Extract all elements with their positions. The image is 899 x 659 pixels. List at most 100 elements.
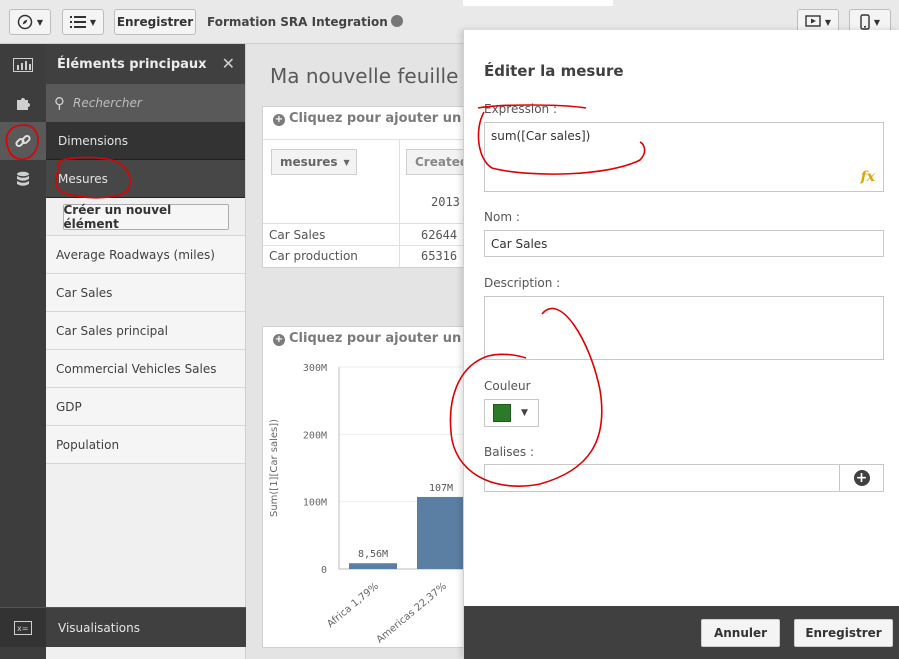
- y-tick-label: 0: [321, 565, 327, 576]
- master-items-panel: Éléments principaux ✕ ⚲ Rechercher Dimen…: [46, 44, 246, 659]
- color-label: Couleur: [484, 379, 531, 393]
- expression-value: sum([Car sales]): [491, 129, 591, 143]
- database-icon: [17, 171, 29, 186]
- create-row: Créer un nouvel élément: [46, 198, 245, 236]
- fields-tab[interactable]: [0, 160, 46, 198]
- bar-chart-icon: [13, 58, 33, 72]
- color-picker-button[interactable]: ▼: [484, 399, 539, 427]
- toolbar-gap: [463, 0, 613, 6]
- close-icon[interactable]: ✕: [222, 54, 235, 73]
- table-year-header: 2013: [431, 195, 460, 209]
- master-items-tab[interactable]: [0, 122, 46, 160]
- menu-button[interactable]: ▼: [62, 9, 104, 35]
- description-field[interactable]: [484, 296, 884, 360]
- save-button[interactable]: Enregistrer: [114, 9, 196, 35]
- search-input[interactable]: ⚲ Rechercher: [46, 84, 245, 122]
- link-icon: [15, 134, 31, 148]
- phone-icon: [860, 14, 870, 30]
- category-dimensions[interactable]: Dimensions: [46, 122, 245, 160]
- tags-input[interactable]: +: [484, 464, 884, 492]
- table-add-title[interactable]: + Cliquez pour ajouter un titre: [273, 111, 482, 126]
- data-label: 8,56M: [358, 549, 388, 560]
- sheet-canvas: Ma nouvelle feuille (1) + Cliquez pour aj…: [246, 44, 493, 659]
- dimension-chip[interactable]: mesures ▼: [271, 149, 357, 175]
- save-measure-button[interactable]: Enregistrer: [794, 619, 893, 647]
- plus-icon: +: [273, 334, 285, 346]
- bar-chart: Sum([1][Car sales]) 0 100M 200M 300M 8,56M Afr…: [269, 363, 481, 646]
- search-placeholder: Rechercher: [73, 96, 142, 110]
- color-swatch: [493, 404, 511, 422]
- category-measures[interactable]: Mesures: [46, 160, 245, 198]
- visualizations-toggle[interactable]: x=: [0, 607, 46, 647]
- extensions-tab[interactable]: [0, 84, 46, 122]
- list-item[interactable]: Commercial Vehicles Sales: [46, 350, 245, 388]
- description-label: Description :: [484, 276, 561, 290]
- tags-label: Balises :: [484, 445, 534, 459]
- list-item[interactable]: Population: [46, 426, 245, 464]
- list-item[interactable]: Car Sales: [46, 274, 245, 312]
- chart-add-title-text: Cliquez pour ajouter un titre: [289, 331, 482, 346]
- plus-icon: +: [273, 114, 285, 126]
- divider: [399, 139, 400, 267]
- fx-icon[interactable]: fx: [861, 169, 875, 185]
- table-object[interactable]: + Cliquez pour ajouter un titre mesures ▼ …: [262, 106, 482, 268]
- puzzle-icon: [17, 98, 30, 110]
- chevron-down-icon: ▼: [36, 17, 44, 27]
- name-field[interactable]: Car Sales: [484, 230, 884, 257]
- name-value: Car Sales: [491, 237, 548, 251]
- plus-icon: +: [853, 470, 870, 486]
- bar: [417, 496, 465, 569]
- charts-tab[interactable]: [0, 46, 46, 84]
- search-icon: ⚲: [54, 94, 65, 112]
- formula-box-icon: x=: [14, 620, 32, 635]
- cancel-button[interactable]: Annuler: [701, 619, 780, 647]
- chevron-down-icon: ▼: [521, 408, 528, 418]
- x-tick-label: Africa 1,79%: [325, 581, 381, 630]
- list-icon: [69, 16, 86, 28]
- chevron-down-icon: ▼: [89, 17, 97, 27]
- chevron-down-icon: ▼: [343, 157, 350, 167]
- chevron-down-icon: ▼: [873, 17, 881, 27]
- panel-title: Éléments principaux: [57, 56, 207, 72]
- dialog-footer: Annuler Enregistrer: [464, 606, 899, 659]
- name-label: Nom :: [484, 210, 520, 224]
- list-item[interactable]: GDP: [46, 388, 245, 426]
- dialog-title: Éditer la mesure: [484, 62, 624, 80]
- screen-play-icon: [805, 15, 821, 27]
- globe-icon: [390, 15, 403, 27]
- bar: [349, 563, 397, 569]
- table-cell-label: Car production: [269, 249, 358, 263]
- y-axis-label: Sum([1][Car sales]): [269, 419, 280, 517]
- visualizations-footer[interactable]: Visualisations: [46, 607, 246, 647]
- divider: [263, 245, 481, 246]
- dimension-chip-label: mesures: [280, 155, 338, 169]
- asset-icon-strip: x=: [0, 44, 46, 659]
- y-tick-label: 300M: [303, 363, 327, 374]
- edit-measure-dialog: Éditer la mesure Expression : sum([Car s…: [463, 30, 899, 659]
- y-tick-label: 200M: [303, 430, 327, 441]
- list-item[interactable]: Average Roadways (miles): [46, 236, 245, 274]
- compass-icon: [17, 14, 33, 30]
- chart-add-title[interactable]: + Cliquez pour ajouter un titre: [273, 331, 482, 346]
- divider: [263, 223, 481, 224]
- list-item[interactable]: Car Sales principal: [46, 312, 245, 350]
- data-label: 107M: [429, 483, 453, 494]
- bar-chart-object[interactable]: + Cliquez pour ajouter un titre Sum([1][C…: [262, 326, 482, 648]
- app-title: Formation SRA Integration: [207, 15, 403, 29]
- app-title-text: Formation SRA Integration: [207, 15, 388, 29]
- sheet-title[interactable]: Ma nouvelle feuille (1): [270, 64, 493, 88]
- add-tag-button[interactable]: +: [839, 465, 883, 491]
- x-tick-label: Americas 22,37%: [375, 581, 449, 646]
- create-item-button[interactable]: Créer un nouvel élément: [62, 203, 229, 231]
- table-add-title-text: Cliquez pour ajouter un titre: [289, 111, 482, 126]
- divider: [263, 139, 481, 140]
- table-cell-value: 65316: [421, 249, 458, 263]
- expression-label: Expression :: [484, 102, 557, 116]
- table-cell-value: 62644: [421, 228, 458, 242]
- expression-field[interactable]: sum([Car sales]) fx: [484, 122, 884, 192]
- y-tick-label: 100M: [303, 498, 327, 509]
- panel-header: Éléments principaux ✕: [46, 44, 245, 84]
- navigation-button[interactable]: ▼: [9, 9, 51, 35]
- chevron-down-icon: ▼: [824, 17, 832, 27]
- svg-text:x=: x=: [17, 624, 28, 633]
